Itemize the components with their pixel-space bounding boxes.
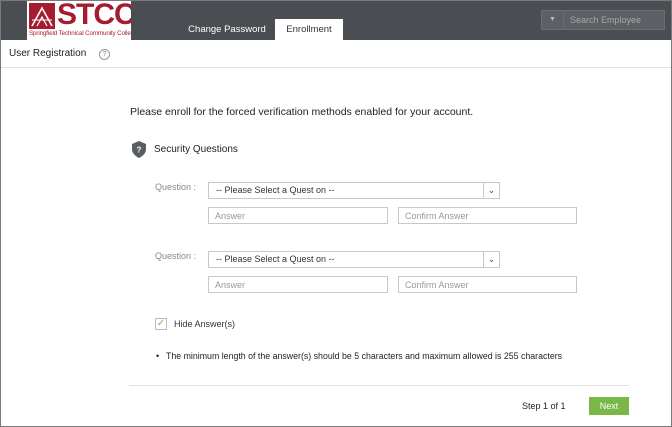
help-icon[interactable]: ? xyxy=(99,49,110,60)
tab-change-password[interactable]: Change Password xyxy=(179,19,275,40)
page-title: User Registration xyxy=(9,48,87,59)
question-label: Question : xyxy=(155,251,197,261)
question-label: Question : xyxy=(155,182,197,192)
top-bar: STCC Springfield Technical Community Col… xyxy=(1,1,671,40)
logo-mark-icon xyxy=(29,3,55,29)
section-title: Security Questions xyxy=(154,144,238,155)
step-indicator: Step 1 of 1 xyxy=(522,401,566,411)
question-2-select[interactable]: -- Please Select a Quest on -- ⌄ xyxy=(208,251,500,268)
tab-enrollment[interactable]: Enrollment xyxy=(275,19,343,40)
next-button[interactable]: Next xyxy=(589,397,629,415)
logo-subtitle: Springfield Technical Community College xyxy=(29,30,131,37)
question-2-confirm-input[interactable] xyxy=(398,276,577,293)
intro-text: Please enroll for the forced verificatio… xyxy=(130,106,474,118)
search-input[interactable]: Search Employee xyxy=(570,11,641,29)
svg-text:?: ? xyxy=(137,146,142,155)
answer-length-note: The minimum length of the answer(s) shou… xyxy=(166,351,563,361)
logo-text: STCC xyxy=(57,1,131,31)
question-1-select[interactable]: -- Please Select a Quest on -- ⌄ xyxy=(208,182,500,199)
bullet-icon: • xyxy=(156,351,160,361)
employee-search[interactable]: ▼ Search Employee xyxy=(541,10,665,30)
question-1-selected: -- Please Select a Quest on -- xyxy=(216,185,335,195)
chevron-down-icon[interactable]: ⌄ xyxy=(483,252,499,267)
chevron-down-icon[interactable]: ⌄ xyxy=(483,183,499,198)
question-1-confirm-input[interactable] xyxy=(398,207,577,224)
hide-answers-label: Hide Answer(s) xyxy=(174,319,236,329)
hide-answers-checkbox[interactable]: ✓ xyxy=(155,318,167,330)
stcc-logo[interactable]: STCC Springfield Technical Community Col… xyxy=(27,1,131,40)
shield-question-icon: ? xyxy=(132,141,146,158)
divider xyxy=(129,385,629,386)
search-dropdown-caret-icon[interactable]: ▼ xyxy=(542,11,564,29)
question-2-answer-input[interactable] xyxy=(208,276,388,293)
question-2-selected: -- Please Select a Quest on -- xyxy=(216,254,335,264)
question-1-answer-input[interactable] xyxy=(208,207,388,224)
subheader: User Registration ? xyxy=(1,40,671,68)
